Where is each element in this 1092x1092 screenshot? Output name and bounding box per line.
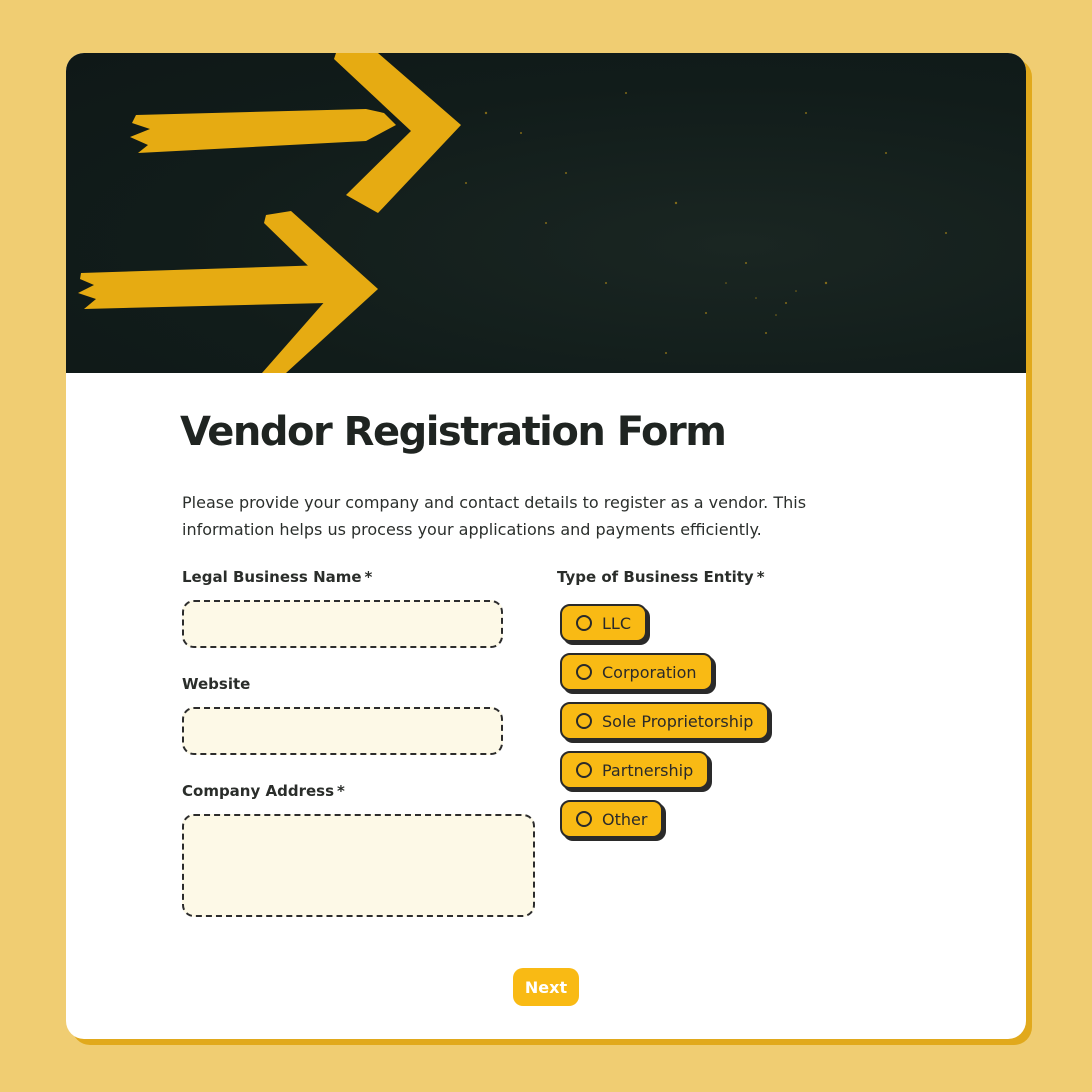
website-label: Website [182,675,250,693]
arrows-illustration [78,53,947,373]
radio-circle-icon [576,713,592,729]
address-label: Company Address * [182,782,345,800]
radio-circle-icon [576,615,592,631]
entity-option-corporation[interactable]: Corporation [560,653,713,691]
required-mark: * [756,568,765,586]
entity-type-label-text: Type of Business Entity [557,568,754,586]
upper-arrow-shape [130,53,461,213]
legal-name-label-text: Legal Business Name [182,568,362,586]
legal-name-input[interactable] [182,600,503,648]
entity-option-sole-proprietorship[interactable]: Sole Proprietorship [560,702,770,740]
next-button[interactable]: Next [513,968,579,1006]
radio-circle-icon [576,664,592,680]
entity-option-label: LLC [602,613,631,633]
entity-option-other[interactable]: Other [560,800,664,838]
entity-option-llc[interactable]: LLC [560,604,647,642]
legal-name-label: Legal Business Name * [182,568,372,586]
entity-type-label: Type of Business Entity * [557,568,765,586]
entity-option-label: Corporation [602,662,697,682]
address-label-text: Company Address [182,782,334,800]
hero-banner [66,53,1026,373]
website-input[interactable] [182,707,503,755]
radio-circle-icon [576,811,592,827]
entity-option-label: Sole Proprietorship [602,711,754,731]
required-mark: * [337,782,345,800]
required-mark: * [364,568,373,586]
address-textarea[interactable] [182,814,535,917]
entity-option-partnership[interactable]: Partnership [560,751,710,789]
speckles-decoration [465,92,947,354]
entity-option-label: Partnership [602,760,694,780]
radio-circle-icon [576,762,592,778]
form-card: Vendor Registration Form Please provide … [66,53,1026,1039]
entity-option-label: Other [602,809,648,829]
website-label-text: Website [182,675,251,693]
lower-arrow-shape [78,211,378,373]
form-description: Please provide your company and contact … [182,493,807,539]
page-title: Vendor Registration Form [180,409,727,455]
